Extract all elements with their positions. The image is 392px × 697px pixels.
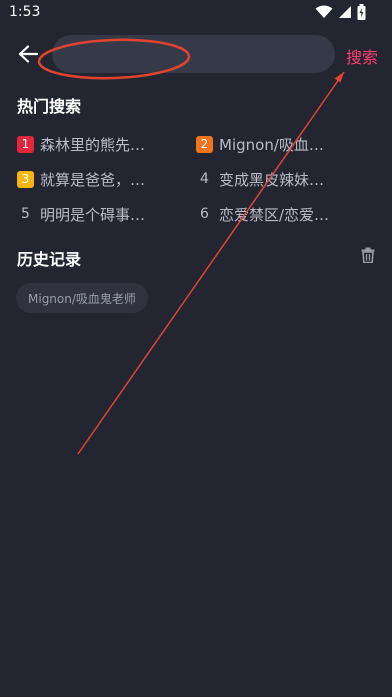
battery-icon — [357, 4, 366, 20]
hot-search-item[interactable]: 6 恋爱禁区/恋爱… — [196, 204, 356, 224]
rank-number: 5 — [21, 206, 30, 222]
search-button[interactable]: 搜索 — [346, 44, 378, 68]
status-time: 1:53 — [9, 4, 41, 20]
hot-search-text: 森林里的熊先… — [40, 135, 146, 154]
hot-search-item[interactable]: 3 就算是爸爸，… — [17, 169, 177, 189]
search-box[interactable] — [52, 35, 335, 75]
hot-search-item[interactable]: 2 Mignon/吸血… — [196, 134, 356, 154]
rank-number: 6 — [200, 206, 209, 222]
hot-search-text: 就算是爸爸，… — [40, 170, 146, 189]
hot-search-title: 热门搜索 — [17, 97, 82, 116]
hot-search-text: 恋爱禁区/恋爱… — [219, 205, 330, 224]
rank-badge: 2 — [196, 135, 213, 153]
hot-search-item[interactable]: 4 变成黑皮辣妹… — [196, 169, 356, 189]
hot-search-item[interactable]: 1 森林里的熊先… — [17, 134, 177, 154]
rank-badge: 1 — [17, 135, 34, 153]
annotation-arrow-line — [77, 71, 345, 455]
history-chip[interactable]: Mignon/吸血鬼老师 — [16, 283, 148, 313]
back-button[interactable] — [16, 44, 40, 68]
annotation-arrow-head — [334, 72, 344, 83]
trash-icon[interactable] — [361, 247, 375, 264]
hot-search-text: 明明是个碍事… — [40, 205, 146, 224]
rank-number: 4 — [200, 171, 209, 187]
status-icons — [315, 4, 366, 20]
wifi-icon — [315, 5, 333, 19]
rank-badge: 3 — [17, 170, 34, 188]
hot-search-item[interactable]: 5 明明是个碍事… — [17, 204, 177, 224]
signal-icon — [338, 5, 352, 19]
search-input[interactable] — [64, 35, 328, 75]
arrow-left-icon — [18, 45, 39, 67]
hot-search-text: Mignon/吸血… — [219, 135, 324, 154]
hot-search-text: 变成黑皮辣妹… — [219, 170, 325, 189]
status-bar: 1:53 — [0, 0, 392, 28]
history-title: 历史记录 — [17, 250, 82, 269]
